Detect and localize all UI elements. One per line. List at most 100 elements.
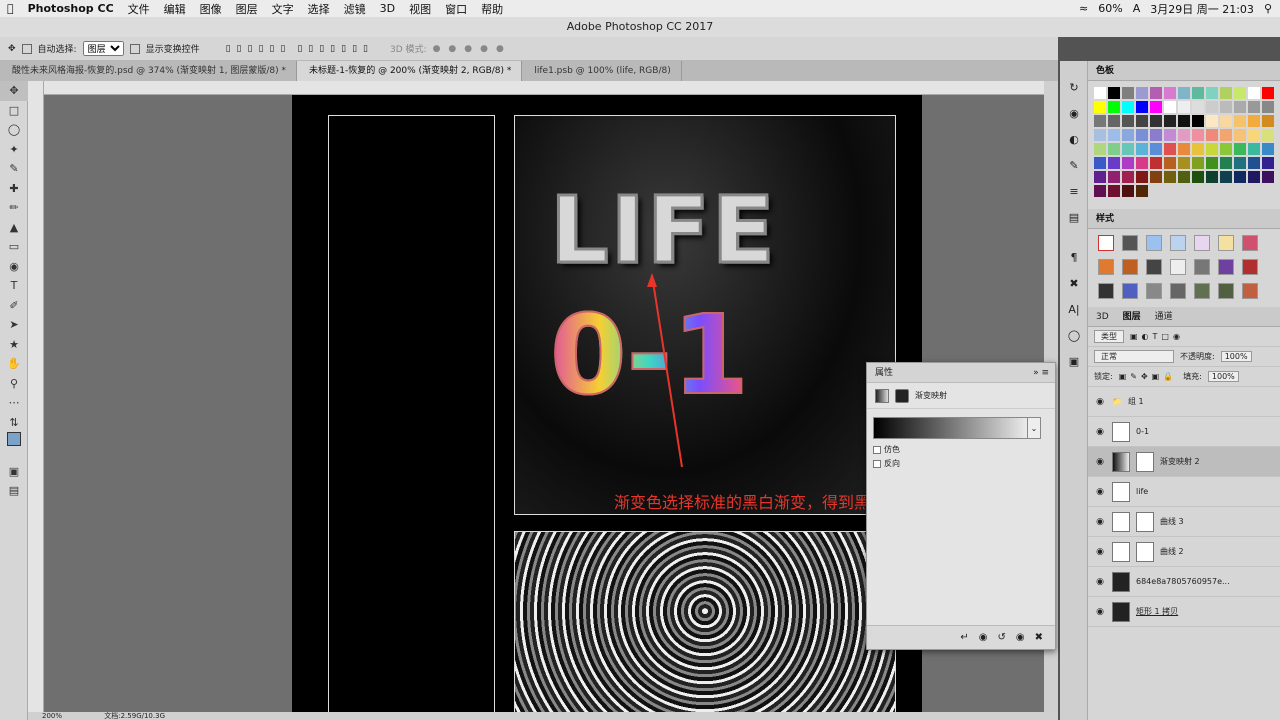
color-swatch[interactable] xyxy=(1150,171,1162,183)
zoom-level[interactable]: 200% xyxy=(42,712,62,720)
style-swatch[interactable] xyxy=(1170,283,1186,299)
layer-row[interactable]: ◉ life xyxy=(1088,477,1280,507)
color-swatch[interactable] xyxy=(1122,115,1134,127)
color-swatch[interactable] xyxy=(1262,129,1274,141)
color-swatch[interactable] xyxy=(1136,129,1148,141)
color-swatch[interactable] xyxy=(1206,129,1218,141)
brush-tool-icon[interactable]: ✏ xyxy=(0,198,28,218)
color-swatch[interactable] xyxy=(1108,157,1120,169)
glyphs-icon[interactable]: ◯ xyxy=(1060,323,1088,349)
color-swatch[interactable] xyxy=(1220,129,1232,141)
sliders-icon[interactable]: ≡ xyxy=(1060,179,1088,205)
style-swatch[interactable] xyxy=(1242,283,1258,299)
menu-view[interactable]: 视图 xyxy=(409,1,431,17)
color-swatch[interactable] xyxy=(1094,157,1106,169)
color-swatch[interactable] xyxy=(1192,115,1204,127)
layer-row[interactable]: ◉ 0-1 xyxy=(1088,417,1280,447)
menu-help[interactable]: 帮助 xyxy=(481,1,503,17)
path-select-tool-icon[interactable]: ➤ xyxy=(0,315,28,335)
color-swatch[interactable] xyxy=(1248,87,1260,99)
layer-row[interactable]: ◉ 📁 组 1 xyxy=(1088,387,1280,417)
menu-file[interactable]: 文件 xyxy=(128,1,150,17)
color-swatch[interactable] xyxy=(1220,101,1232,113)
auto-select-checkbox[interactable] xyxy=(21,43,32,54)
color-swatch[interactable] xyxy=(1220,157,1232,169)
color-swatch[interactable] xyxy=(1150,115,1162,127)
color-swatch[interactable] xyxy=(1262,101,1274,113)
style-swatch[interactable] xyxy=(1218,259,1234,275)
lock-icons[interactable]: ▣✎✥▣🔒 xyxy=(1119,372,1177,381)
eye-icon[interactable]: ◉ xyxy=(1094,547,1106,557)
color-swatch[interactable] xyxy=(1094,87,1106,99)
color-swatch[interactable] xyxy=(1164,101,1176,113)
color-swatch[interactable] xyxy=(1164,87,1176,99)
menu-3d[interactable]: 3D xyxy=(380,2,395,15)
tab-doc-1[interactable]: 酸性未来风格海报-恢复的.psd @ 374% (渐变映射 1, 图层蒙版/8)… xyxy=(0,61,297,81)
layer-row[interactable]: ◉ 渐变映射 2 xyxy=(1088,447,1280,477)
layer-row[interactable]: ◉ 曲线 2 xyxy=(1088,537,1280,567)
color-swatch[interactable] xyxy=(1164,115,1176,127)
color-swatch[interactable] xyxy=(1192,157,1204,169)
color-swatch[interactable] xyxy=(1206,171,1218,183)
color-swatch[interactable] xyxy=(1136,115,1148,127)
reverse-checkbox[interactable] xyxy=(873,459,881,468)
align-icons[interactable]: ▯▯▯▯▯▯ xyxy=(226,44,292,54)
filter-dropdown[interactable]: 类型 xyxy=(1094,330,1124,343)
menu-select[interactable]: 选择 xyxy=(308,1,330,17)
menu-type[interactable]: 文字 xyxy=(272,1,294,17)
styles-tab[interactable]: 样式 xyxy=(1096,209,1114,228)
color-swatch[interactable] xyxy=(1178,101,1190,113)
color-swatch[interactable] xyxy=(1178,157,1190,169)
pen-tool-icon[interactable]: ✐ xyxy=(0,296,28,316)
color-swatch[interactable] xyxy=(1178,87,1190,99)
color-swatch[interactable] xyxy=(1206,157,1218,169)
color-swatch[interactable] xyxy=(1262,171,1274,183)
mode-3d-icons[interactable]: ●●●●● xyxy=(433,44,512,54)
color-swatch[interactable] xyxy=(1108,87,1120,99)
style-swatch[interactable] xyxy=(1218,283,1234,299)
tab-doc-3[interactable]: life1.psb @ 100% (life, RGB/8) xyxy=(522,61,682,81)
color-swatch[interactable] xyxy=(1248,129,1260,141)
color-swatch[interactable] xyxy=(1164,157,1176,169)
adjustments-icon[interactable]: ◐ xyxy=(1060,127,1088,153)
style-swatch[interactable] xyxy=(1242,235,1258,251)
color-swatch[interactable] xyxy=(1234,143,1246,155)
color-swatch[interactable] xyxy=(1150,87,1162,99)
style-swatch[interactable] xyxy=(1218,235,1234,251)
color-swatch[interactable] xyxy=(1150,143,1162,155)
color-swatch[interactable] xyxy=(1234,157,1246,169)
style-swatch[interactable] xyxy=(1122,283,1138,299)
color-swatch[interactable] xyxy=(1108,143,1120,155)
brush-icon[interactable]: ✎ xyxy=(1060,153,1088,179)
color-swatch[interactable] xyxy=(1206,143,1218,155)
panel-menu-icon[interactable]: » ≡ xyxy=(1033,363,1049,383)
style-swatch[interactable] xyxy=(1146,283,1162,299)
search-icon[interactable]: ⚲ xyxy=(1264,2,1272,15)
color-swatch[interactable] xyxy=(1108,115,1120,127)
lasso-tool-icon[interactable]: ◯ xyxy=(0,120,28,140)
clip-icon[interactable]: ↵ xyxy=(960,632,968,643)
apple-icon[interactable]:  xyxy=(7,2,14,15)
color-swatch[interactable] xyxy=(1136,101,1148,113)
style-swatch[interactable] xyxy=(1170,235,1186,251)
opacity-value[interactable]: 100% xyxy=(1220,351,1252,362)
color-swatch[interactable] xyxy=(1206,115,1218,127)
color-swatch[interactable] xyxy=(1220,171,1232,183)
style-swatch[interactable] xyxy=(1098,283,1114,299)
tab-channels[interactable]: 通道 xyxy=(1155,307,1173,326)
dither-option[interactable]: 仿色 xyxy=(873,444,900,455)
gradient-dropdown-icon[interactable]: ⌄ xyxy=(1027,417,1041,439)
wifi-icon[interactable]: ≈ xyxy=(1079,2,1088,15)
color-swatch[interactable] xyxy=(1262,143,1274,155)
color-swatch[interactable] xyxy=(1248,143,1260,155)
paint-bucket-tool-icon[interactable]: ◉ xyxy=(0,257,28,277)
color-swatch[interactable] xyxy=(1094,129,1106,141)
color-swatch[interactable] xyxy=(1192,101,1204,113)
battery-label[interactable]: 60% xyxy=(1098,2,1122,15)
menu-filter[interactable]: 滤镜 xyxy=(344,1,366,17)
menu-edit[interactable]: 编辑 xyxy=(164,1,186,17)
visibility-icon[interactable]: ◉ xyxy=(1016,632,1025,643)
show-transform-checkbox[interactable] xyxy=(129,43,140,54)
color-swatch[interactable] xyxy=(1220,143,1232,155)
reset-icon[interactable]: ↺ xyxy=(997,632,1005,643)
